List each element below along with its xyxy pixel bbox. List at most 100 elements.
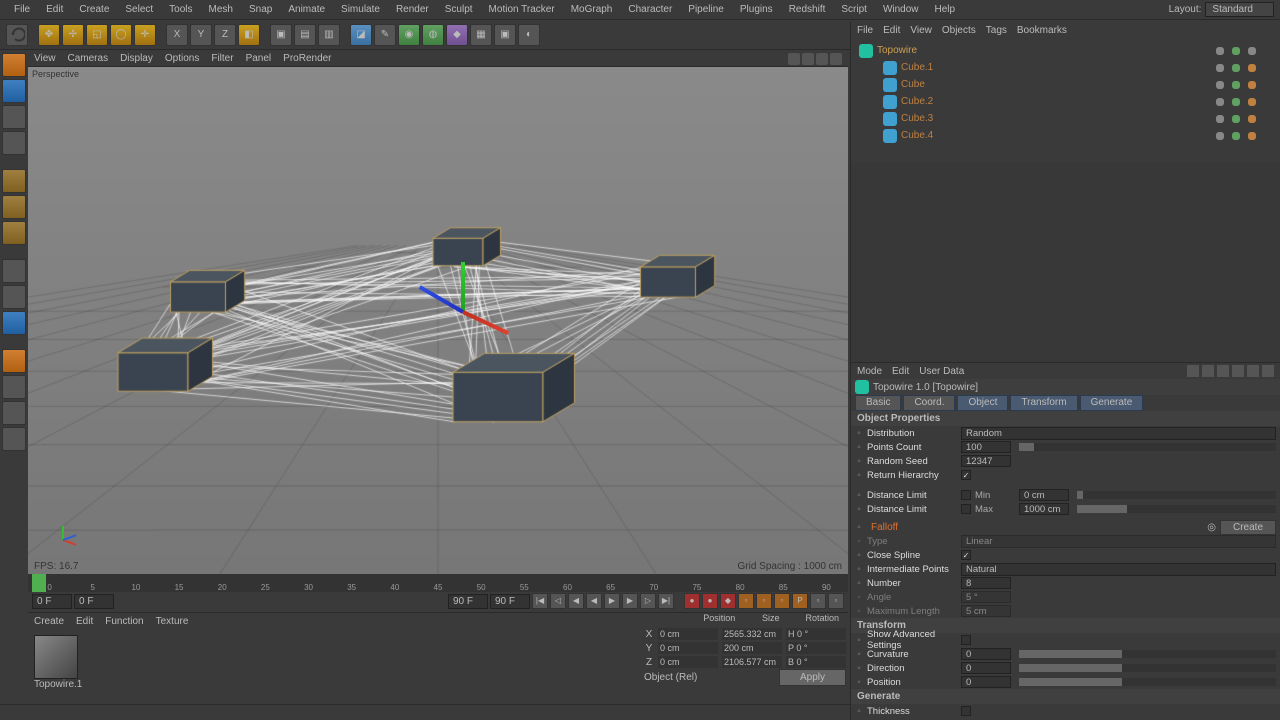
coord-mode-dropdown[interactable]: Object (Rel) (644, 672, 775, 683)
nurbs-button[interactable]: ◉ (398, 24, 420, 46)
rot-p-field[interactable]: P 0 ° (786, 642, 846, 654)
angle-field[interactable]: 5 ° (961, 591, 1011, 603)
generator-button[interactable]: ◍ (422, 24, 444, 46)
distribution-dropdown[interactable]: Random (961, 427, 1276, 440)
menu-tools[interactable]: Tools (161, 2, 200, 17)
polygon-mode-button[interactable] (2, 221, 26, 245)
texture-mode-button[interactable] (2, 105, 26, 129)
key-param-button[interactable]: P (792, 593, 808, 609)
menu-help[interactable]: Help (927, 2, 964, 17)
axis-center-button[interactable] (2, 285, 26, 309)
attr-edit[interactable]: Edit (892, 366, 909, 377)
object-tree[interactable]: Topowire Cube.1 Cube Cube.2 Cube.3 Cube.… (851, 38, 1280, 158)
locked-button[interactable] (2, 375, 26, 399)
tab-generate[interactable]: Generate (1080, 395, 1144, 411)
recent-tool-button[interactable]: ✛ (134, 24, 156, 46)
menu-select[interactable]: Select (117, 2, 161, 17)
workplane-button[interactable] (2, 131, 26, 155)
point-mode-button[interactable] (2, 169, 26, 193)
snap-button[interactable] (2, 311, 26, 335)
material-slot[interactable]: Topowire.1 (34, 635, 80, 690)
vp-display[interactable]: Display (120, 53, 153, 64)
key-pos-button[interactable]: ▫ (738, 593, 754, 609)
attr-userdata[interactable]: User Data (919, 366, 964, 377)
key-rot-button[interactable]: ▫ (774, 593, 790, 609)
tree-label[interactable]: Cube (901, 79, 925, 90)
environment-button[interactable]: ▦ (470, 24, 492, 46)
intermediate-dropdown[interactable]: Natural (961, 563, 1276, 576)
key-anim-button[interactable]: ▫ (828, 593, 844, 609)
tweak-button[interactable] (2, 427, 26, 451)
pen-button[interactable]: ✎ (374, 24, 396, 46)
number-field[interactable]: 8 (961, 577, 1011, 589)
render-pv-button[interactable]: ▤ (294, 24, 316, 46)
pos-y-field[interactable]: 0 cm (658, 642, 718, 654)
z-axis-button[interactable]: Z (214, 24, 236, 46)
tree-item-cube3[interactable]: Cube.3 (855, 110, 1276, 127)
axis-button[interactable] (2, 259, 26, 283)
apply-button[interactable]: Apply (779, 669, 846, 686)
vp-filter[interactable]: Filter (211, 53, 233, 64)
menu-script[interactable]: Script (833, 2, 875, 17)
rotate-tool-button[interactable]: ◯ (110, 24, 132, 46)
points-slider[interactable] (1019, 443, 1276, 451)
goto-start-button[interactable]: |◀ (532, 593, 548, 609)
curvature-field[interactable]: 0 (961, 648, 1011, 660)
layout-dropdown[interactable]: Standard (1205, 2, 1274, 17)
pos-x-field[interactable]: 0 cm (658, 628, 718, 640)
coord-system-button[interactable]: ◧ (238, 24, 260, 46)
mat-texture[interactable]: Texture (156, 616, 189, 627)
adv-settings-checkbox[interactable] (961, 635, 971, 645)
om-objects[interactable]: Objects (942, 25, 976, 36)
om-file[interactable]: File (857, 25, 873, 36)
range-start-field[interactable]: 0 F (32, 594, 72, 609)
type-dropdown[interactable]: Linear (961, 535, 1276, 548)
cube-button[interactable]: ◪ (350, 24, 372, 46)
model-mode-button[interactable] (2, 79, 26, 103)
move-tool-button[interactable]: ✢ (62, 24, 84, 46)
direction-slider[interactable] (1019, 664, 1276, 672)
attr-mode[interactable]: Mode (857, 366, 882, 377)
prev-frame-button[interactable]: ◀ (568, 593, 584, 609)
tree-item-cube2[interactable]: Cube.2 (855, 93, 1276, 110)
vp-prorender[interactable]: ProRender (283, 53, 331, 64)
max-frame-field[interactable]: 90 F (490, 594, 530, 609)
tab-transform[interactable]: Transform (1010, 395, 1077, 411)
size-y-field[interactable]: 200 cm (722, 642, 782, 654)
menu-motiontracker[interactable]: Motion Tracker (481, 2, 563, 17)
size-z-field[interactable]: 2106.577 cm (722, 656, 782, 668)
rot-h-field[interactable]: H 0 ° (786, 628, 846, 640)
distmin-field[interactable]: 0 cm (1019, 489, 1069, 501)
mat-edit[interactable]: Edit (76, 616, 93, 627)
tree-item-cube4[interactable]: Cube.4 (855, 127, 1276, 144)
viewport-solo-button[interactable] (2, 349, 26, 373)
tree-item-cube[interactable]: Cube (855, 76, 1276, 93)
key-pla-button[interactable]: ▫ (810, 593, 826, 609)
make-editable-button[interactable] (2, 53, 26, 77)
tree-label[interactable]: Cube.3 (901, 113, 933, 124)
next-frame-button[interactable]: ▶ (622, 593, 638, 609)
direction-field[interactable]: 0 (961, 662, 1011, 674)
thickness-checkbox[interactable] (961, 706, 971, 716)
x-axis-button[interactable]: X (166, 24, 188, 46)
vp-options[interactable]: Options (165, 53, 199, 64)
tree-item-topowire[interactable]: Topowire (855, 42, 1276, 59)
menu-file[interactable]: File (6, 2, 38, 17)
viewport-nav-icons[interactable] (788, 53, 842, 65)
om-bookmarks[interactable]: Bookmarks (1017, 25, 1067, 36)
tree-label[interactable]: Cube.1 (901, 62, 933, 73)
keyframe-sel-button[interactable]: ◆ (720, 593, 736, 609)
create-button[interactable]: Create (1220, 520, 1276, 535)
falloff-target-icon[interactable]: ◎ (1207, 522, 1216, 533)
vp-panel[interactable]: Panel (246, 53, 272, 64)
viewport-3d[interactable]: Perspective FPS: 16.7 Grid Spacing : 100… (28, 67, 848, 574)
menu-simulate[interactable]: Simulate (333, 2, 388, 17)
edge-mode-button[interactable] (2, 195, 26, 219)
size-x-field[interactable]: 2565.332 cm (722, 628, 782, 640)
maxlen-field[interactable]: 5 cm (961, 605, 1011, 617)
goto-end-button[interactable]: ▶| (658, 593, 674, 609)
om-view[interactable]: View (910, 25, 932, 36)
om-edit[interactable]: Edit (883, 25, 900, 36)
mat-function[interactable]: Function (105, 616, 143, 627)
tab-object[interactable]: Object (957, 395, 1008, 411)
